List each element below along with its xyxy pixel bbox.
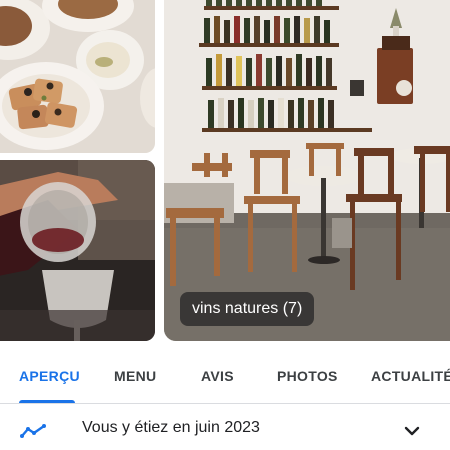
visit-history-text: Vous y étiez en juin 2023: [82, 419, 260, 436]
tab-menu[interactable]: MENU: [114, 342, 156, 404]
active-tab-indicator: [19, 400, 75, 403]
tab-avis[interactable]: AVIS: [201, 342, 234, 404]
chevron-down-icon[interactable]: [404, 425, 420, 437]
place-tabs: APERÇU MENU AVIS PHOTOS ACTUALITÉ: [0, 342, 450, 404]
tab-apercu[interactable]: APERÇU: [19, 342, 80, 404]
wine-bar-interior-photo[interactable]: [164, 0, 450, 341]
visit-history-row[interactable]: Vous y étiez en juin 2023: [0, 405, 450, 450]
photo-category-badge[interactable]: vins natures (7): [180, 292, 315, 326]
food-plates-photo[interactable]: [0, 0, 155, 153]
timeline-icon: [20, 424, 46, 438]
wine-pour-photo[interactable]: [0, 160, 155, 341]
tab-actualite[interactable]: ACTUALITÉ: [371, 342, 450, 404]
photo-gallery: vins natures (7): [0, 0, 450, 342]
tab-photos[interactable]: PHOTOS: [277, 342, 338, 404]
